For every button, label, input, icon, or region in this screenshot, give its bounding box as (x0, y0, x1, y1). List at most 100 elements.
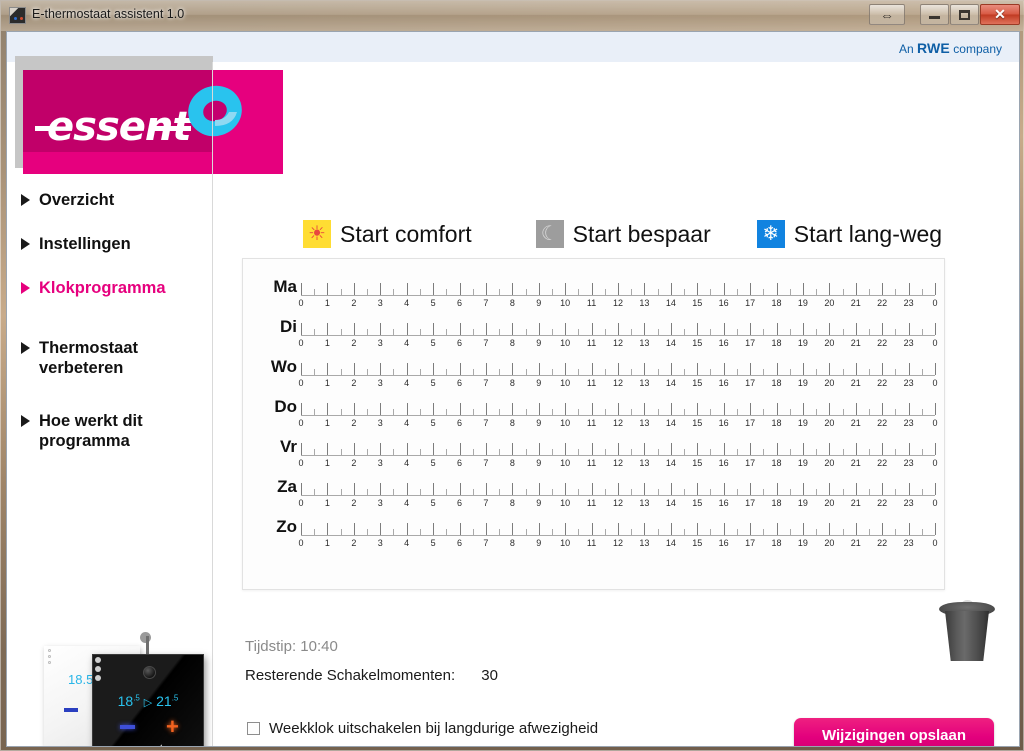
sidebar-item-label: Klokprogramma (39, 279, 166, 297)
day-timeline-ruler[interactable]: 0 1 2 3 4 5 6 7 8 9 10 11 12 13 14 15 16 17 18 19 20 21 22 23 0 (298, 481, 938, 511)
minimize-button[interactable] (920, 4, 949, 25)
hour-tick (750, 523, 752, 535)
sidebar-item-thermostaat-verbeteren[interactable]: Thermostaat verbeteren (21, 338, 171, 378)
hour-tick (353, 363, 355, 375)
half-hour-tick (763, 529, 765, 535)
led-dots-icon (95, 657, 101, 684)
hour-label: 17 (745, 538, 756, 548)
hour-tick (538, 323, 540, 335)
schedule-day-row[interactable]: Zo 0 1 2 3 4 5 6 7 8 9 10 11 12 13 14 15 16 17 18 19 20 21 22 23… (243, 517, 946, 557)
resize-button[interactable]: ⇔ (869, 4, 905, 25)
hour-label: 9 (536, 458, 542, 468)
sidebar-item-klokprogramma[interactable]: Klokprogramma (21, 278, 211, 298)
hour-label: 11 (586, 338, 597, 348)
sidebar-item-hoe-werkt-dit-programma[interactable]: Hoe werkt dit programma (21, 411, 171, 451)
weekklok-checkbox[interactable] (247, 722, 260, 735)
half-hour-tick (578, 409, 580, 415)
hour-label: 11 (586, 538, 597, 548)
half-hour-tick (393, 449, 395, 455)
half-hour-tick (525, 449, 527, 455)
half-hour-tick (367, 529, 369, 535)
trash-body (945, 611, 989, 661)
hour-tick (301, 523, 302, 535)
hour-tick (327, 363, 329, 375)
hour-label: 17 (745, 498, 756, 508)
half-hour-tick (499, 369, 501, 375)
hour-tick (644, 403, 646, 415)
to-arrow-icon: ▷ (143, 697, 153, 709)
hour-tick (406, 523, 408, 535)
hour-tick (670, 483, 672, 495)
current-temp-frac: .5 (133, 693, 140, 703)
day-timeline-ruler[interactable]: 0 1 2 3 4 5 6 7 8 9 10 11 12 13 14 15 16 17 18 19 20 21 22 23 0 (298, 321, 938, 351)
schedule-day-row[interactable]: Do 0 1 2 3 4 5 6 7 8 9 10 11 12 13 14 15 16 17 18 19 20 21 22 23… (243, 397, 946, 437)
save-changes-button[interactable]: Wijzigingen opslaan (794, 718, 994, 746)
hour-label: 23 (903, 498, 914, 508)
hour-label: 20 (824, 418, 835, 428)
schedule-day-row[interactable]: Wo 0 1 2 3 4 5 6 7 8 9 10 11 12 13 14 15 16 17 18 19 20 21 22 23… (243, 357, 946, 397)
hour-label: 17 (745, 338, 756, 348)
half-hour-tick (419, 329, 421, 335)
hour-tick (327, 483, 329, 495)
schedule-day-row[interactable]: Vr 0 1 2 3 4 5 6 7 8 9 10 11 12 13 14 15 16 17 18 19 20 21 22 23… (243, 437, 946, 477)
schedule-day-row[interactable]: Di 0 1 2 3 4 5 6 7 8 9 10 11 12 13 14 15 16 17 18 19 20 21 22 23… (243, 317, 946, 357)
hour-label: 0 (298, 298, 304, 308)
hour-tick (776, 443, 778, 455)
hour-label: 22 (877, 338, 888, 348)
day-timeline-ruler[interactable]: 0 1 2 3 4 5 6 7 8 9 10 11 12 13 14 15 16 17 18 19 20 21 22 23 0 (298, 361, 938, 391)
half-hour-tick (314, 529, 316, 535)
hour-label: 18 (771, 378, 782, 388)
half-hour-tick (763, 449, 765, 455)
delete-schedule-trash-icon[interactable] (939, 600, 995, 662)
hour-tick (301, 323, 302, 335)
hour-tick (459, 443, 461, 455)
hour-label: 11 (586, 378, 597, 388)
hour-tick (829, 443, 831, 455)
half-hour-tick (525, 529, 527, 535)
hour-tick (406, 483, 408, 495)
half-hour-tick (868, 489, 870, 495)
hour-label: 22 (877, 378, 888, 388)
hour-label: 16 (718, 298, 729, 308)
hour-label: 15 (692, 498, 703, 508)
title-bar[interactable]: E-thermostaat assistent 1.0 ⇔ ✕ (1, 1, 1024, 31)
half-hour-tick (921, 529, 923, 535)
day-timeline-ruler[interactable]: 0 1 2 3 4 5 6 7 8 9 10 11 12 13 14 15 16 17 18 19 20 21 22 23 0 (298, 521, 938, 551)
hour-tick (750, 283, 752, 295)
half-hour-tick (710, 409, 712, 415)
weekly-schedule-panel[interactable]: Ma 0 1 2 3 4 5 6 7 8 9 10 11 12 13 14 15 16 17 18 19 20 21 22 23… (242, 258, 945, 590)
snowflake-icon: ❄ (756, 220, 785, 248)
hour-tick (723, 363, 725, 375)
thermostat-black-image: 18.5 ▷ 21.5 + essent (92, 654, 204, 746)
sidebar-item-overzicht[interactable]: Overzicht (21, 190, 211, 210)
half-hour-tick (789, 289, 791, 295)
half-hour-tick (446, 449, 448, 455)
schedule-day-row[interactable]: Za 0 1 2 3 4 5 6 7 8 9 10 11 12 13 14 15 16 17 18 19 20 21 22 23… (243, 477, 946, 517)
sidebar-item-instellingen[interactable]: Instellingen (21, 234, 211, 254)
hour-label: 12 (612, 498, 624, 508)
half-hour-tick (551, 449, 553, 455)
start-bespaar-button[interactable]: ☾ Start bespaar (535, 220, 711, 248)
hour-label: 7 (483, 418, 489, 428)
sidebar-item-label: Hoe werkt dit programma (39, 412, 143, 450)
start-lang-weg-button[interactable]: ❄ Start lang-weg (756, 220, 942, 248)
start-comfort-button[interactable]: ☀ Start comfort (303, 220, 472, 248)
day-timeline-ruler[interactable]: 0 1 2 3 4 5 6 7 8 9 10 11 12 13 14 15 16 17 18 19 20 21 22 23 0 (298, 281, 938, 311)
hour-tick (353, 523, 355, 535)
hour-tick (750, 363, 752, 375)
weekklok-checkbox-row[interactable]: Weekklok uitschakelen bij langdurige afw… (247, 720, 598, 737)
hour-label: 19 (797, 298, 808, 308)
half-hour-tick (736, 369, 738, 375)
hour-tick (935, 483, 936, 495)
close-button[interactable]: ✕ (980, 4, 1020, 25)
day-timeline-ruler[interactable]: 0 1 2 3 4 5 6 7 8 9 10 11 12 13 14 15 16 17 18 19 20 21 22 23 0 (298, 441, 938, 471)
half-hour-tick (868, 409, 870, 415)
hour-tick (882, 443, 884, 455)
hour-tick (829, 323, 831, 335)
hour-label: 0 (932, 498, 938, 508)
maximize-button[interactable] (950, 4, 979, 25)
day-timeline-ruler[interactable]: 0 1 2 3 4 5 6 7 8 9 10 11 12 13 14 15 16 17 18 19 20 21 22 23 0 (298, 401, 938, 431)
hour-tick (433, 363, 435, 375)
hour-tick (327, 283, 329, 295)
schedule-day-row[interactable]: Ma 0 1 2 3 4 5 6 7 8 9 10 11 12 13 14 15 16 17 18 19 20 21 22 23… (243, 277, 946, 317)
